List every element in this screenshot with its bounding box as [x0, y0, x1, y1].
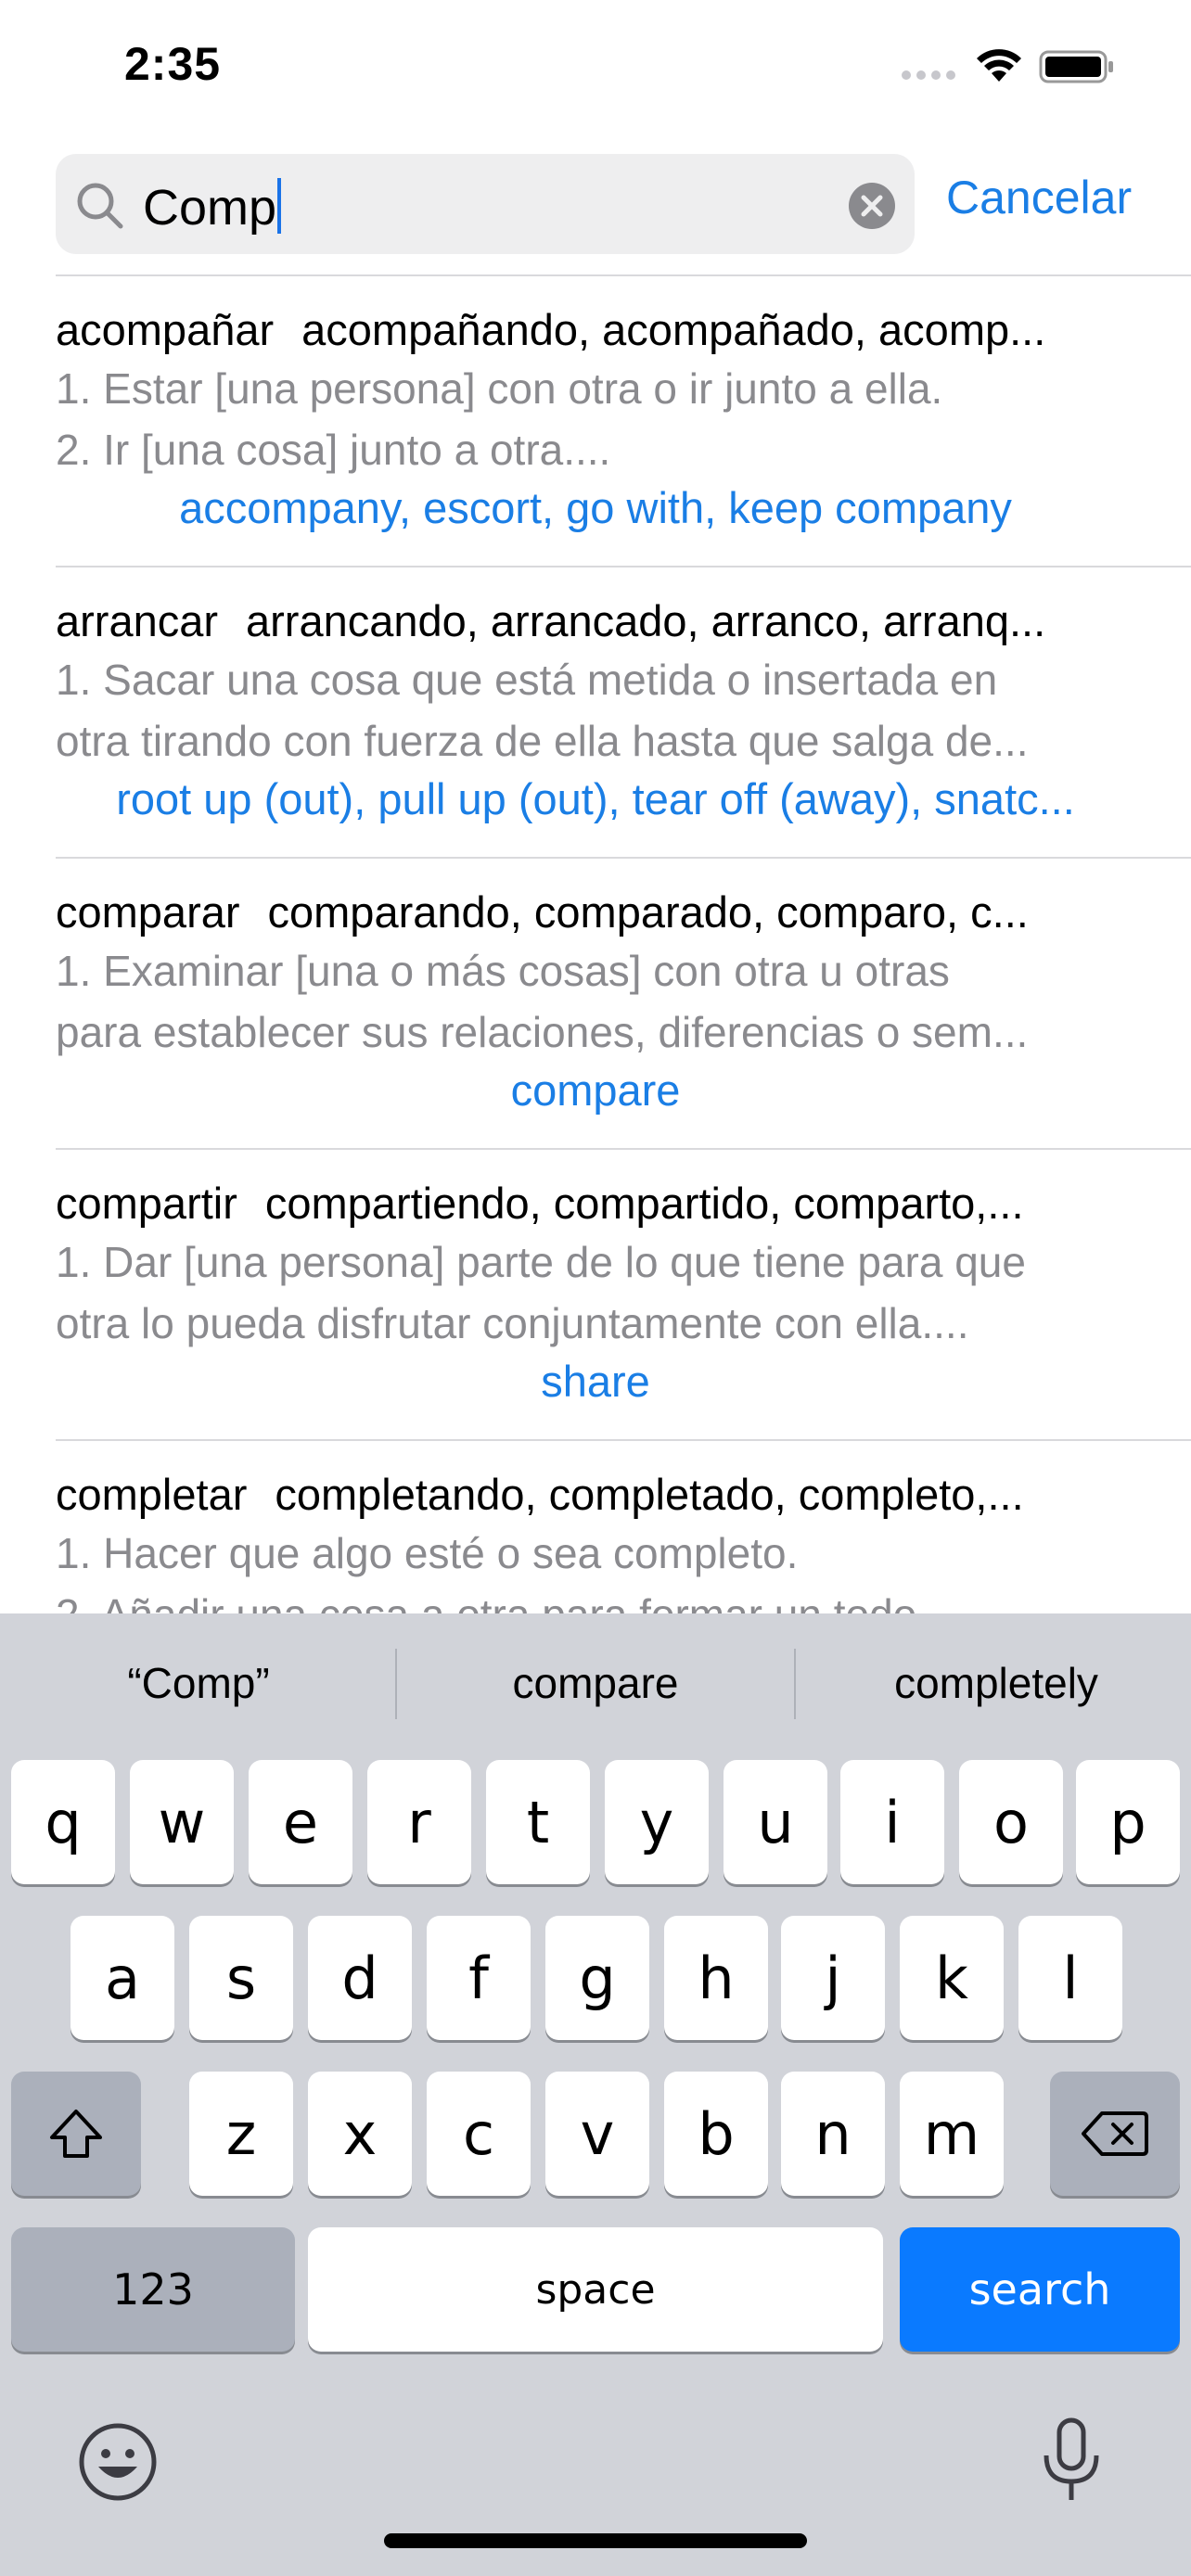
text-caret — [277, 178, 282, 234]
entry-definition-line: 1. Dar [una persona] parte de lo que tie… — [56, 1238, 1026, 1286]
key-c[interactable]: c — [427, 2072, 531, 2196]
entry-translation: root up (out), pull up (out), tear off (… — [116, 774, 1075, 823]
cellular-signal-icon — [902, 70, 955, 80]
key-j[interactable]: j — [781, 1916, 885, 2040]
key-q[interactable]: q — [11, 1760, 115, 1884]
list-item[interactable]: acompañar acompañando, acompañado, acomp.… — [56, 276, 1191, 567]
key-g[interactable]: g — [545, 1916, 649, 2040]
entry-definition-line: otra tirando con fuerza de ella hasta qu… — [56, 717, 1029, 765]
key-a[interactable]: a — [70, 1916, 174, 2040]
cancel-button[interactable]: Cancelar — [946, 171, 1132, 224]
entry-forms: comparando, comparado, comparo, c... — [267, 887, 1029, 937]
results-list: acompañar acompañando, acompañado, acomp.… — [0, 276, 1191, 1613]
clear-icon[interactable] — [848, 182, 896, 230]
entry-word: compartir — [56, 1179, 237, 1228]
home-indicator — [384, 2533, 807, 2548]
status-time: 2:35 — [124, 38, 222, 90]
delete-key[interactable] — [1050, 2072, 1180, 2196]
entry-definition-line: 2. Ir [una cosa] junto a otra.... — [56, 426, 611, 474]
key-p[interactable]: p — [1076, 1760, 1180, 1884]
entry-word: acompañar — [56, 305, 275, 354]
wifi-icon — [977, 49, 1021, 82]
entry-forms: compartiendo, compartido, comparto,... — [264, 1179, 1024, 1228]
entry-definition-line: para establecer sus relaciones, diferenc… — [56, 1008, 1029, 1056]
key-u[interactable]: u — [724, 1760, 827, 1884]
emoji-icon[interactable] — [76, 2420, 160, 2504]
key-r[interactable]: r — [367, 1760, 471, 1884]
entry-definition-line: 1. Estar [una persona] con otra o ir jun… — [56, 364, 943, 413]
search-key[interactable]: search — [900, 2227, 1180, 2352]
entry-word: completar — [56, 1470, 248, 1519]
key-n[interactable]: n — [781, 2072, 885, 2196]
suggestion-bar: “Comp” compare completely — [0, 1613, 1191, 1756]
suggestion-item[interactable]: “Comp” — [13, 1658, 384, 1708]
key-w[interactable]: w — [130, 1760, 234, 1884]
key-s[interactable]: s — [189, 1916, 293, 2040]
shift-icon — [50, 2110, 102, 2158]
status-bar: 2:35 — [0, 0, 1191, 130]
delete-icon — [1082, 2111, 1148, 2156]
entry-definition-line: 1. Hacer que algo esté o sea completo. — [56, 1529, 799, 1577]
space-key[interactable]: space — [308, 2227, 883, 2352]
search-bar: Comp Cancelar — [0, 148, 1191, 260]
key-i[interactable]: i — [840, 1760, 944, 1884]
key-e[interactable]: e — [249, 1760, 352, 1884]
key-t[interactable]: t — [486, 1760, 590, 1884]
search-input[interactable]: Comp — [56, 154, 915, 254]
list-item[interactable]: compartir compartiendo, compartido, compa… — [56, 1150, 1191, 1441]
battery-icon — [1039, 50, 1113, 83]
entry-forms: arrancando, arrancado, arranco, arranq..… — [246, 596, 1046, 645]
entry-translation: accompany, escort, go with, keep company — [179, 483, 1012, 532]
key-z[interactable]: z — [189, 2072, 293, 2196]
key-d[interactable]: d — [308, 1916, 412, 2040]
microphone-icon[interactable] — [1039, 2417, 1104, 2506]
key-k[interactable]: k — [900, 1916, 1004, 2040]
list-item[interactable]: completar completando, completado, comple… — [56, 1441, 1191, 1613]
suggestion-item[interactable]: completely — [811, 1658, 1182, 1708]
entry-definition-line: 1. Sacar una cosa que está metida o inse… — [56, 656, 998, 704]
keyboard: “Comp” compare completely q w e r t y u … — [0, 1613, 1191, 2576]
divider — [794, 1649, 796, 1719]
entry-word: comparar — [56, 887, 240, 937]
divider — [395, 1649, 397, 1719]
key-h[interactable]: h — [664, 1916, 768, 2040]
key-b[interactable]: b — [664, 2072, 768, 2196]
entry-translation: share — [541, 1357, 650, 1406]
numbers-key[interactable]: 123 — [11, 2227, 295, 2352]
shift-key[interactable] — [11, 2072, 141, 2196]
list-item[interactable]: comparar comparando, comparado, comparo, … — [56, 859, 1191, 1150]
key-m[interactable]: m — [900, 2072, 1004, 2196]
entry-definition-line: 1. Examinar [una o más cosas] con otra u… — [56, 947, 950, 995]
key-x[interactable]: x — [308, 2072, 412, 2196]
key-y[interactable]: y — [605, 1760, 709, 1884]
entry-word: arrancar — [56, 596, 219, 645]
key-l[interactable]: l — [1018, 1916, 1122, 2040]
entry-definition-line: 2. Añadir una cosa a otra para formar un… — [56, 1589, 1135, 1613]
search-icon — [77, 183, 123, 229]
list-item[interactable]: arrancar arrancando, arrancado, arranco, … — [56, 567, 1191, 859]
key-o[interactable]: o — [959, 1760, 1063, 1884]
entry-translation: compare — [510, 1065, 681, 1115]
entry-definition-line: otra lo pueda disfrutar conjuntamente co… — [56, 1299, 969, 1347]
key-f[interactable]: f — [427, 1916, 531, 2040]
key-v[interactable]: v — [545, 2072, 649, 2196]
entry-forms: completando, completado, completo,... — [275, 1470, 1024, 1519]
entry-forms: acompañando, acompañado, acomp... — [301, 305, 1046, 354]
suggestion-item[interactable]: compare — [410, 1658, 781, 1708]
search-query-text: Comp — [143, 178, 282, 236]
